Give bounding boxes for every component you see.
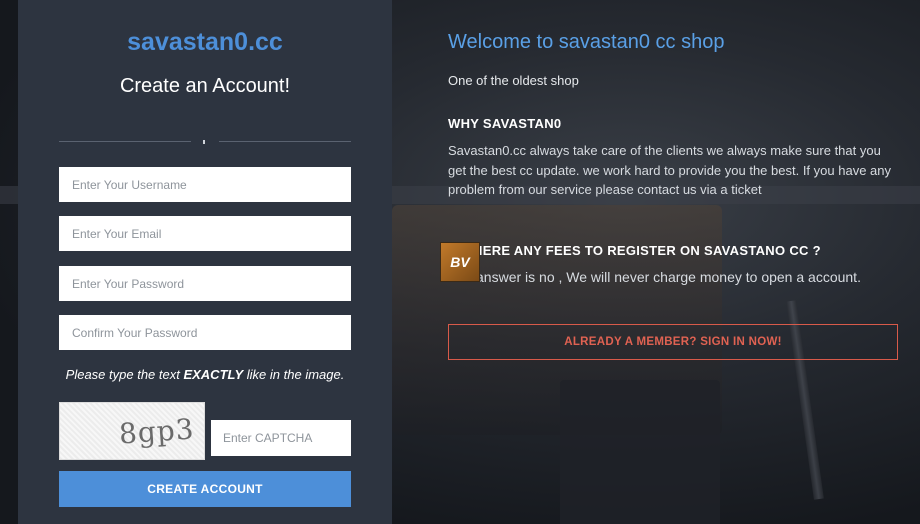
- welcome-title: Welcome to savastan0 cc shop: [448, 31, 725, 53]
- create-account-heading: Create an Account!: [119, 75, 291, 97]
- confirm-password-input[interactable]: [59, 315, 351, 350]
- fees-body: The answer is no , We will never charge …: [448, 269, 861, 285]
- captcha-text: 8gp3: [117, 411, 196, 451]
- create-account-button[interactable]: CREATE ACCOUNT: [59, 471, 351, 507]
- why-heading: WHY SAVASTAN0: [448, 116, 562, 131]
- divider-dot: [203, 140, 205, 144]
- divider-right: [219, 141, 351, 142]
- divider-left: [59, 141, 191, 142]
- captcha-instruction: Please type the text EXACTLY like in the…: [59, 366, 351, 384]
- captcha-image: 8gp3: [59, 402, 205, 460]
- captcha-input[interactable]: [211, 420, 351, 456]
- captcha-note-post: like in the image.: [243, 367, 345, 382]
- bv-badge-icon: BV: [440, 242, 480, 282]
- why-body: Savastan0.cc always take care of the cli…: [448, 143, 891, 197]
- tagline: One of the oldest shop: [448, 73, 579, 88]
- brand-title: savastan0.cc: [127, 28, 283, 56]
- fees-heading: IS THERE ANY FEES TO REGISTER ON SAVASTA…: [448, 243, 821, 258]
- background-book: [560, 380, 720, 524]
- username-input[interactable]: [59, 167, 351, 202]
- captcha-note-bold: EXACTLY: [183, 367, 244, 382]
- password-input[interactable]: [59, 266, 351, 301]
- captcha-note-pre: Please type the text: [65, 367, 184, 382]
- sign-in-button[interactable]: ALREADY A MEMBER? SIGN IN NOW!: [448, 324, 898, 360]
- email-input[interactable]: [59, 216, 351, 251]
